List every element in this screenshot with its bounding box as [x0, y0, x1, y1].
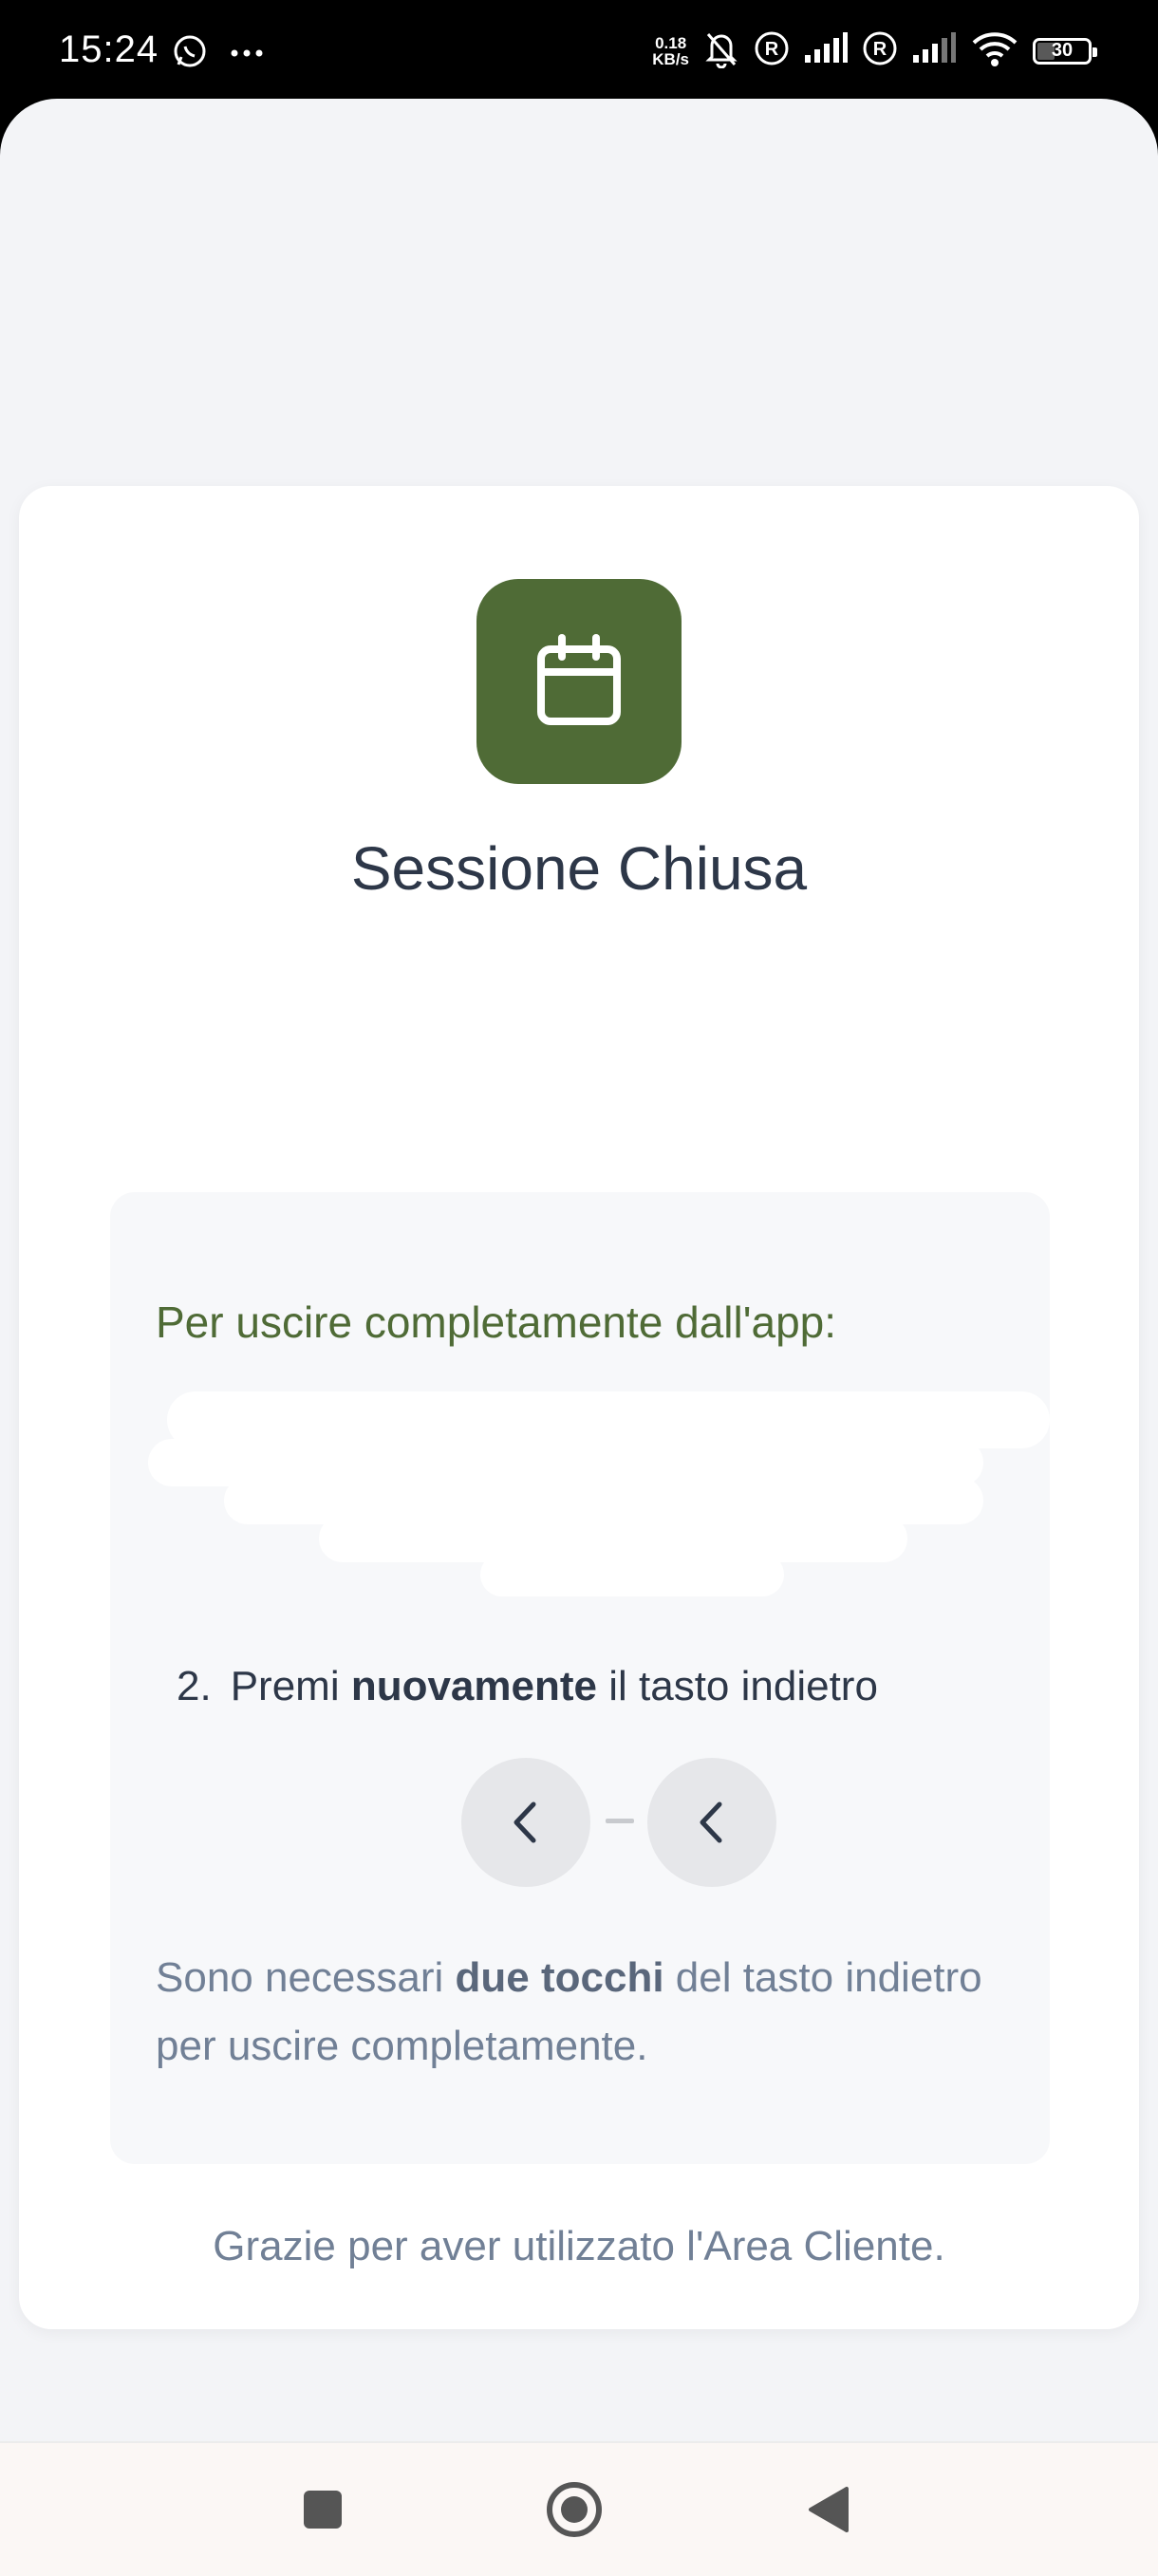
redacted-area	[294, 2284, 864, 2322]
back-buttons-illustration	[461, 1758, 776, 1887]
wifi-icon	[970, 29, 1019, 72]
triangle-back-icon	[809, 2487, 849, 2532]
chevron-left-icon	[461, 1758, 590, 1887]
system-navigation-bar	[0, 2441, 1158, 2576]
svg-text:R: R	[765, 39, 779, 60]
svg-text:R: R	[873, 39, 887, 60]
page-title: Sessione Chiusa	[350, 834, 808, 903]
chevron-left-icon	[647, 1758, 776, 1887]
session-closed-card: Sessione Chiusa Per uscire completamente…	[19, 486, 1139, 2329]
whatsapp-icon	[171, 32, 209, 75]
redacted-area	[480, 1553, 784, 1596]
thanks-message: Grazie per aver utilizzato l'Area Client…	[213, 2223, 945, 2269]
app-screen: Sessione Chiusa Per uscire completamente…	[0, 99, 1158, 2441]
calendar-icon	[476, 579, 682, 784]
signal-icon	[803, 32, 849, 69]
square-icon	[304, 2491, 342, 2529]
status-bar: 15:24 0.18 KB/s R R 30	[0, 0, 1158, 104]
status-time: 15:24	[59, 28, 159, 70]
home-button[interactable]	[534, 2470, 614, 2549]
recents-button[interactable]	[283, 2470, 363, 2549]
battery-icon: 30	[1033, 37, 1097, 65]
network-speed: 0.18 KB/s	[652, 33, 689, 68]
roaming-icon: R	[754, 30, 790, 71]
more-notifications-icon	[230, 46, 264, 63]
step-2-instruction: 2. Premi nuovamente il tasto indietro	[177, 1663, 878, 1709]
home-circle-icon	[547, 2482, 602, 2537]
signal-weak-icon	[911, 32, 957, 69]
back-button[interactable]	[788, 2470, 868, 2549]
two-taps-note: Sono necessari due tocchi del tasto indi…	[156, 1954, 982, 2069]
mute-bell-icon	[702, 28, 740, 73]
roaming-icon-2: R	[862, 30, 898, 71]
separator-dash	[606, 1819, 634, 1823]
instructions-heading: Per uscire completamente dall'app:	[156, 1297, 837, 1347]
exit-instructions-box: Per uscire completamente dall'app: 2. Pre…	[110, 1192, 1050, 2164]
